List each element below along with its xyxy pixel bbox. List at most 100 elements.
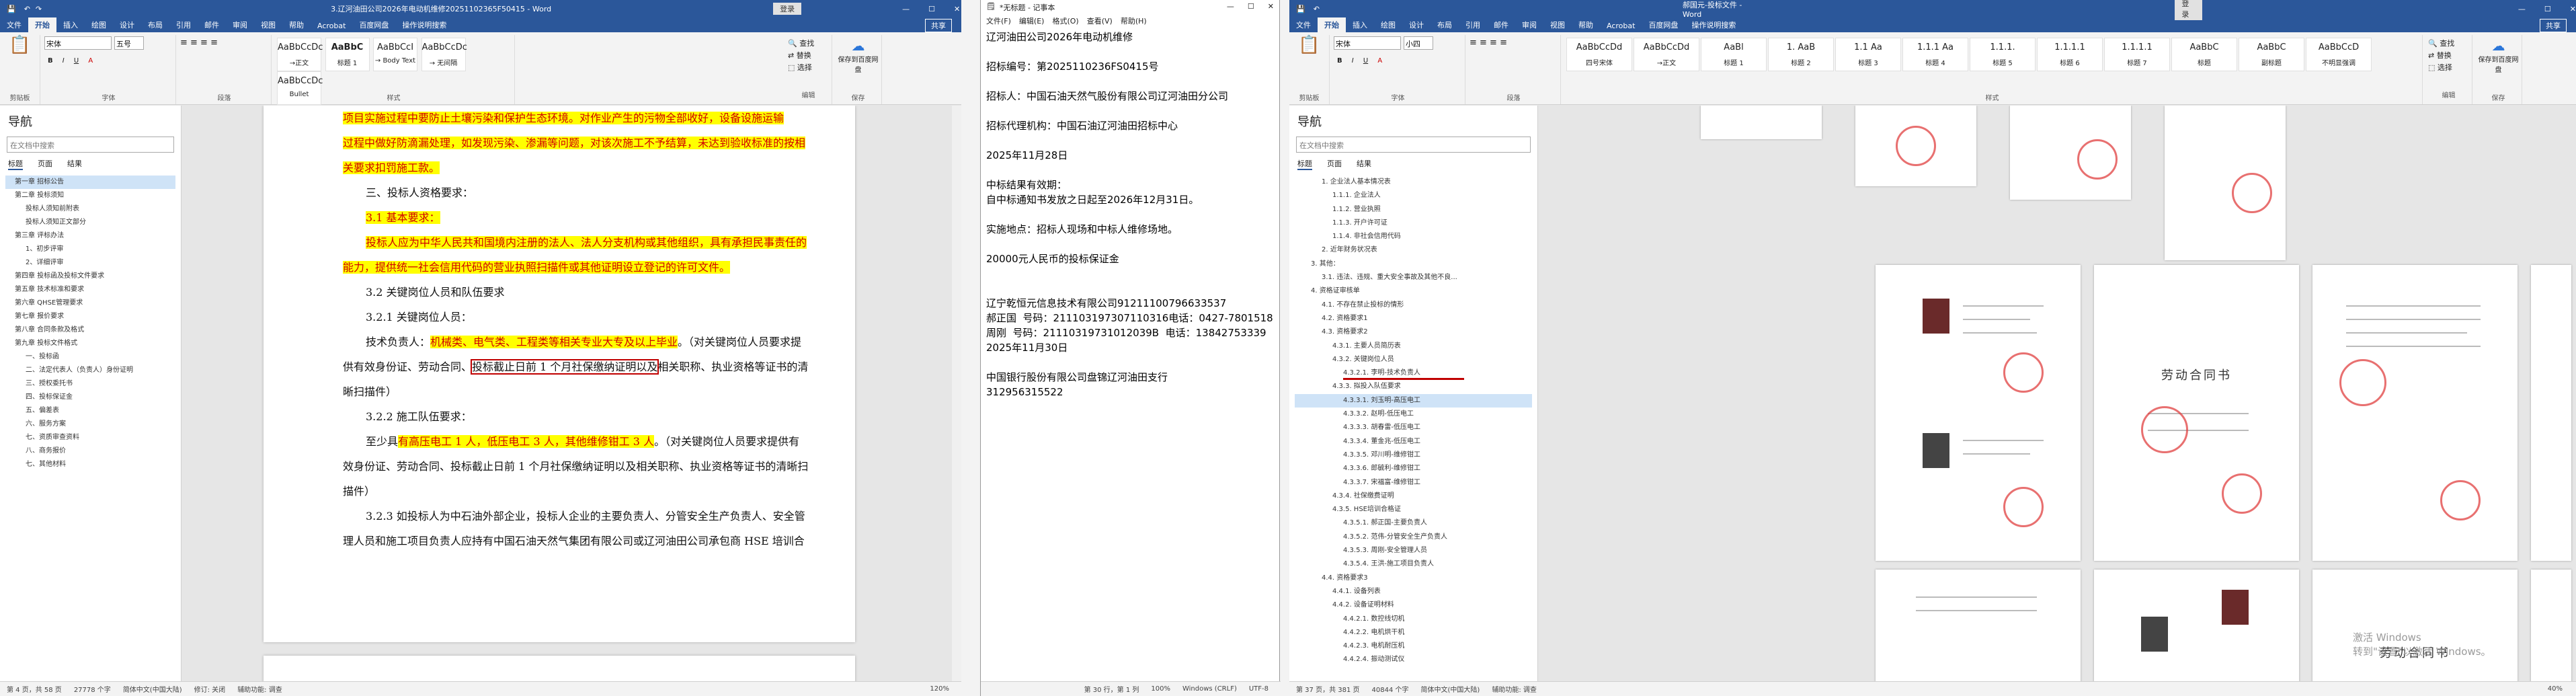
right-nav-item[interactable]: 4.4.1. 设备列表 — [1295, 585, 1532, 598]
autosave-icon[interactable]: 💾 — [7, 5, 16, 13]
right-nav-item[interactable]: 4.3.5.4. 王洪-施工项目负责人 — [1295, 557, 1532, 571]
menu-edit[interactable]: 编辑(E) — [1019, 15, 1045, 26]
left-nav-item[interactable]: 投标人须知正文部分 — [5, 216, 175, 229]
baidu-cloud-icon[interactable]: ☁ — [838, 38, 879, 54]
tab-insert[interactable]: 插入 — [1346, 17, 1374, 32]
left-nav-item[interactable]: 七、其他材料 — [5, 458, 175, 471]
bold-button[interactable]: B — [1334, 55, 1346, 67]
right-undo-icon[interactable]: ↶ — [1314, 5, 1320, 13]
tab-home[interactable]: 开始 — [28, 17, 56, 32]
tab-baidu[interactable]: 百度网盘 — [352, 17, 395, 32]
style-gallery-item[interactable]: AaBbCcD 不明显强调 — [2306, 38, 2372, 71]
redo-icon[interactable]: ↷ — [36, 5, 42, 13]
left-nav-item[interactable]: 第九章 投标文件格式 — [5, 337, 175, 350]
tab-references[interactable]: 引用 — [1459, 17, 1487, 32]
font-size-select[interactable]: 五号 — [114, 36, 144, 50]
tab-help[interactable]: 帮助 — [1572, 17, 1600, 32]
left-vertical-scrollbar[interactable] — [952, 106, 961, 681]
right-nav-item[interactable]: 4.3.3.3. 胡春雷-低压电工 — [1295, 421, 1532, 434]
style-gallery-item[interactable]: 1.1.1.1 标题 7 — [2104, 38, 2170, 71]
minimize-icon[interactable]: — — [902, 5, 910, 13]
track-changes-status[interactable]: 修订: 关闭 — [194, 684, 226, 694]
save-to-baidu-label[interactable]: 保存到百度网盘 — [838, 54, 879, 74]
right-nav-item[interactable]: 2. 近年财务状况表 — [1295, 243, 1532, 257]
page-count[interactable]: 第 37 页，共 381 页 — [1296, 684, 1360, 694]
right-nav-item[interactable]: 4.4.2.2. 电机烘干机 — [1295, 626, 1532, 640]
zoom-level[interactable]: 40% — [2548, 685, 2563, 693]
left-nav-item[interactable]: 第二章 投标须知 — [5, 189, 175, 202]
left-nav-item[interactable]: 2、详细评审 — [5, 256, 175, 270]
find-button[interactable]: 🔍 查找 — [788, 38, 829, 50]
nav-tab-results[interactable]: 结果 — [1357, 158, 1371, 170]
align-icons[interactable]: ≡ ≡ ≡ ≡ — [1467, 35, 1560, 50]
style-gallery-item[interactable]: 1.1.1.1 标题 6 — [2037, 38, 2103, 71]
style-gallery-item[interactable]: 1.1 Aa 标题 3 — [1835, 38, 1901, 71]
right-nav-item[interactable]: 4.3.3.4. 董金兆-低压电工 — [1295, 435, 1532, 449]
replace-button[interactable]: ⇄ 替换 — [788, 50, 829, 62]
style-no-spacing[interactable]: AaBbCcDc → 无间隔 — [421, 38, 467, 71]
align-icons[interactable]: ≡ ≡ ≡ ≡ — [177, 35, 271, 50]
menu-help[interactable]: 帮助(H) — [1121, 15, 1147, 26]
word-count[interactable]: 40844 个字 — [1372, 684, 1409, 694]
right-nav-item[interactable]: 4.3.3.1. 刘玉明-高压电工 — [1295, 393, 1532, 408]
left-nav-item[interactable]: 七、资质审查资料 — [5, 431, 175, 444]
tab-file[interactable]: 文件 — [0, 17, 28, 32]
tab-file[interactable]: 文件 — [1289, 17, 1318, 32]
right-maximize-icon[interactable]: ☐ — [2544, 5, 2551, 13]
id-card-page-thumbnail[interactable] — [2094, 570, 2299, 681]
left-nav-item[interactable]: 一、投标函 — [5, 350, 175, 364]
tab-design[interactable]: 设计 — [1402, 17, 1431, 32]
style-gallery-item[interactable]: AaBl 标题 1 — [1701, 38, 1767, 71]
tab-baidu[interactable]: 百度网盘 — [1642, 17, 1685, 32]
right-nav-item[interactable]: 4.3.5.3. 周刚-安全管理人员 — [1295, 544, 1532, 557]
notepad-minimize-icon[interactable]: — — [1227, 2, 1234, 11]
nav-tab-headings[interactable]: 标题 — [1297, 158, 1312, 170]
right-nav-item[interactable]: 4.2. 资格要求1 — [1295, 312, 1532, 325]
tab-view[interactable]: 视图 — [254, 17, 282, 32]
page-thumbnail[interactable] — [1701, 106, 1822, 139]
style-gallery-item[interactable]: AaBbC 标题 — [2171, 38, 2237, 71]
page-thumbnail[interactable] — [2531, 265, 2571, 561]
language-status[interactable]: 简体中文(中国大陆) — [1421, 684, 1480, 694]
left-nav-item[interactable]: 第三章 评标办法 — [5, 229, 175, 243]
left-nav-item[interactable]: 五、偏差表 — [5, 404, 175, 418]
right-nav-item[interactable]: 4.3.3.7. 宋福富-维修钳工 — [1295, 476, 1532, 490]
bold-button[interactable]: B — [44, 55, 56, 67]
underline-button[interactable]: U — [71, 55, 82, 67]
page-thumbnail[interactable] — [2531, 570, 2571, 681]
left-nav-item[interactable]: 三、授权委托书 — [5, 377, 175, 391]
left-nav-item[interactable]: 投标人须知前附表 — [5, 202, 175, 216]
tab-draw[interactable]: 绘图 — [85, 17, 113, 32]
notepad-text-area[interactable]: 辽河油田公司2026年电动机维修 招标编号：第2025110236FS0415号招… — [981, 27, 1279, 679]
right-nav-item[interactable]: 4.3.3.2. 赵明-低压电工 — [1295, 408, 1532, 421]
zoom-level[interactable]: 120% — [930, 685, 949, 693]
find-button[interactable]: 🔍 查找 — [2428, 38, 2469, 50]
tab-home[interactable]: 开始 — [1318, 17, 1346, 32]
page-thumbnail[interactable] — [2010, 106, 2131, 200]
tab-draw[interactable]: 绘图 — [1374, 17, 1402, 32]
style-body-text[interactable]: AaBbCcI → Body Text — [373, 38, 417, 71]
select-button[interactable]: ⬚ 选择 — [788, 62, 829, 74]
right-close-icon[interactable]: ✕ — [2570, 5, 2576, 13]
right-nav-item[interactable]: 1.1.3. 开户许可证 — [1295, 217, 1532, 230]
right-nav-item[interactable]: 1.1.4. 非社会信用代码 — [1295, 230, 1532, 243]
nav-tab-headings[interactable]: 标题 — [8, 158, 23, 170]
right-nav-item[interactable]: 4.3.4. 社保缴费证明 — [1295, 490, 1532, 503]
right-minimize-icon[interactable]: — — [2518, 5, 2526, 13]
left-nav-item[interactable]: 六、服务方案 — [5, 418, 175, 431]
style-gallery-item[interactable]: 1. AaB 标题 2 — [1768, 38, 1834, 71]
select-button[interactable]: ⬚ 选择 — [2428, 62, 2469, 74]
accessibility-status[interactable]: 辅助功能: 调查 — [1492, 684, 1537, 694]
right-nav-item[interactable]: 4.3.1. 主要人员简历表 — [1295, 340, 1532, 353]
right-nav-item[interactable]: 3. 其他： — [1295, 258, 1532, 271]
right-nav-item[interactable]: 1.1.1. 企业法人 — [1295, 189, 1532, 202]
tab-help[interactable]: 帮助 — [282, 17, 311, 32]
left-nav-item[interactable]: 第七章 报价要求 — [5, 310, 175, 323]
paste-icon[interactable]: 📋 — [0, 35, 40, 55]
tab-view[interactable]: 视图 — [1543, 17, 1572, 32]
paste-icon[interactable]: 📋 — [1289, 35, 1329, 55]
page-thumbnail[interactable] — [1855, 106, 1976, 186]
tab-layout[interactable]: 布局 — [141, 17, 169, 32]
left-nav-item[interactable]: 1、初步评审 — [5, 243, 175, 256]
page-thumbnail[interactable] — [2165, 106, 2286, 260]
